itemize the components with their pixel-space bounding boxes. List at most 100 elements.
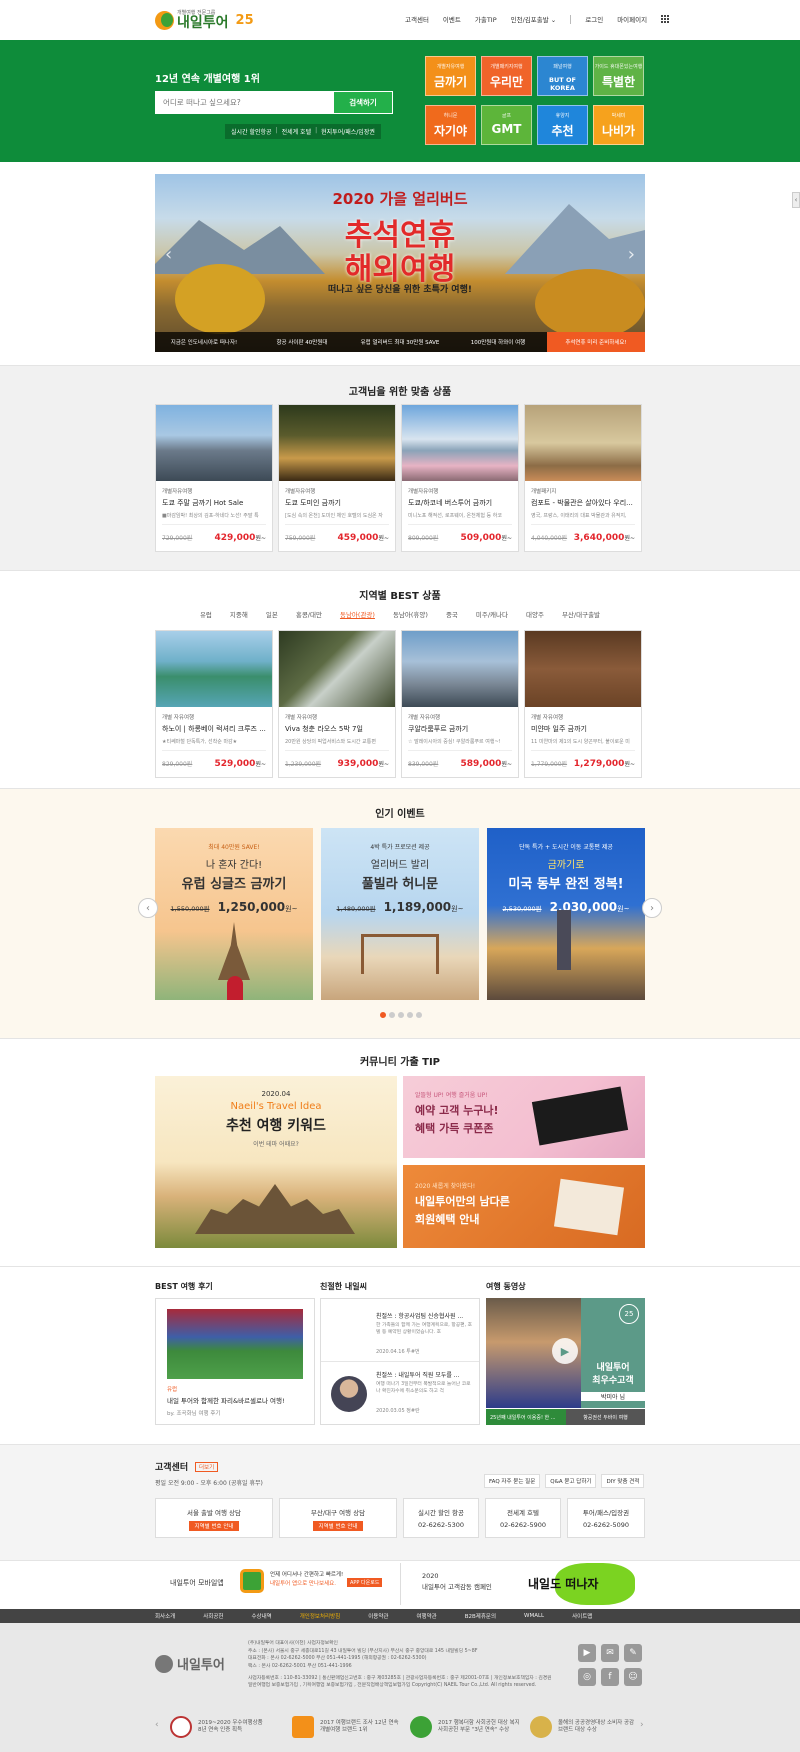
review-card[interactable]: 유럽 내일 투어와 함께한 파리&바르셀로나 여행! by. 조곡화님 여행 후…	[155, 1298, 315, 1425]
product-card[interactable]: 개별자유여행 도쿄 주말 금까기 Hot Sale ■마감임박! 최상의 김포-…	[155, 404, 273, 552]
award-icon	[530, 1716, 552, 1738]
play-icon[interactable]: ▶	[552, 1338, 578, 1364]
banner-next-arrow[interactable]: ›	[628, 244, 635, 265]
quick-link-tours[interactable]: 현지투어/패스/입장권	[321, 127, 375, 136]
brand-tile-4[interactable]: 가이드 휴대폰있는여행 특별한	[593, 56, 644, 96]
chat-icon[interactable]: ☺	[624, 1668, 642, 1686]
kind-item[interactable]: 친절쓰 : 내일투어 직원 모두를 ... 여행 떠나기 3일전부터 폭발적으로…	[321, 1362, 479, 1425]
nav-mypage[interactable]: 마이페이지	[617, 14, 647, 24]
region-tab[interactable]: 유럽	[200, 609, 212, 619]
nav-tips[interactable]: 가출TIP	[475, 14, 497, 24]
seoul-consult-box[interactable]: 서울 출발 여행 상담 지역별 번호 안내	[155, 1498, 273, 1538]
page-dot[interactable]	[389, 1012, 395, 1018]
region-tab[interactable]: 미주/캐나다	[476, 609, 508, 619]
events-next-button[interactable]: ›	[642, 898, 662, 918]
region-tab[interactable]: 일본	[266, 609, 278, 619]
search-input[interactable]	[155, 91, 333, 114]
hotel-phone-box[interactable]: 전세계 호텔 02-6262-5900	[485, 1498, 561, 1538]
region-tab[interactable]: 대양주	[526, 609, 544, 619]
nav-customer-center[interactable]: 고객센터	[405, 14, 429, 24]
site-logo[interactable]: 개별여행 전문그룹 내일투어 25	[155, 11, 254, 30]
main-banner[interactable]: 2020 가을 얼리버드 추석연휴 해외여행 떠나고 싶은 당신을 위한 초특가…	[155, 174, 645, 352]
keyword-tip-banner[interactable]: 2020.04 Naeil's Travel Idea 추천 여행 키워드 이번…	[155, 1076, 397, 1248]
wedding-arch	[361, 934, 439, 974]
footer-link[interactable]: B2B제휴문의	[465, 1612, 496, 1620]
blog-icon[interactable]: ✎	[624, 1644, 642, 1662]
faq-buttons: FAQ 자주 묻는 질문 Q&A 묻고 답하기 DIY 맞춤 견적	[484, 1474, 645, 1488]
footer-link[interactable]: 회사소개	[155, 1612, 175, 1620]
staff-avatar	[331, 1376, 367, 1412]
diy-button[interactable]: DIY 맞춤 견적	[601, 1474, 645, 1488]
product-card[interactable]: 개별패키지 컴포트 - 박물관은 살아있다 우리... 영국, 프랑스, 이태리…	[524, 404, 642, 552]
brand-tile-7[interactable]: 휴양지 추천	[537, 105, 588, 145]
region-tab[interactable]: 지중해	[230, 609, 248, 619]
busan-consult-box[interactable]: 부산/대구 여행 상담 지역별 번호 안내	[279, 1498, 397, 1538]
quick-link-hotels[interactable]: 전세계 호텔	[282, 127, 312, 136]
brand-tile-3[interactable]: 패널여행 BUT OF KOREA	[537, 56, 588, 96]
banner-prev-arrow[interactable]: ‹	[165, 244, 172, 265]
app-download-button[interactable]: APP 다운로드	[347, 1578, 383, 1587]
brand-tile-1[interactable]: 개별자유여행 금까기	[425, 56, 476, 96]
footer-link[interactable]: 이용약관	[368, 1612, 388, 1620]
member-tip-banner[interactable]: 2020 새롭게 찾아왔다! 내일투어만의 남다른 회원혜택 안내	[403, 1165, 645, 1248]
video-link-2[interactable]: 항공권선 두바이 여행	[566, 1409, 645, 1425]
all-menu-icon[interactable]	[661, 15, 670, 23]
region-tab[interactable]: 동남아(휴양)	[393, 609, 428, 619]
events-prev-button[interactable]: ‹	[138, 898, 158, 918]
search-button[interactable]: 검색하기	[333, 91, 393, 114]
footer-link[interactable]: WMALL	[524, 1613, 544, 1619]
award-icon	[292, 1716, 314, 1738]
product-card[interactable]: 개별 자유여행 Viva 청춘 라오스 5박 7일 20만원 상당의 픽업서비스…	[278, 630, 396, 778]
qna-button[interactable]: Q&A 묻고 답하기	[545, 1474, 597, 1488]
event-card[interactable]: 4박 특가 프로모션 제공 얼리버드 발리 풀빌라 허니문 1,489,000원…	[321, 828, 479, 1000]
video-player[interactable]: 25 내일투어 최우수고객 박미아 님 ▶ 25년째 내일투어 이용중! 한 .…	[486, 1298, 645, 1425]
kind-item[interactable]: 친절쓰 : 항공사업팀 신승협사원 ... 한 가족들의 함께 가는 여행계획으…	[321, 1299, 479, 1362]
banner-tab-4[interactable]: 100만원대 하와이 여행	[449, 332, 547, 352]
product-card[interactable]: 개별자유여행 도쿄 도미인 금까기 [도심 속의 온천] 도미인 체인 호텔의 …	[278, 404, 396, 552]
youtube-icon[interactable]: ▶	[578, 1644, 596, 1662]
quick-link-flights[interactable]: 실시간 할인항공	[231, 127, 272, 136]
award-next-icon[interactable]: ›	[640, 1720, 644, 1730]
region-tab[interactable]: 부산/대구출발	[562, 609, 600, 619]
nav-login[interactable]: 로그인	[585, 14, 603, 24]
product-card[interactable]: 개별 자유여행 쿠알라룸푸르 금까기 ☆ 말레이시아의 중심! 쿠알라룸푸르 여…	[401, 630, 519, 778]
talk-icon[interactable]: ✉	[601, 1644, 619, 1662]
page-dot[interactable]	[407, 1012, 413, 1018]
footer-link[interactable]: 사회공헌	[203, 1612, 223, 1620]
coupon-tip-banner[interactable]: 알뜰형 UP! 여행 즐거움 UP! 예약 고객 누구나! 혜택 가득 쿠폰존	[403, 1076, 645, 1158]
facebook-icon[interactable]: f	[601, 1668, 619, 1686]
footer-link[interactable]: 여행약관	[416, 1612, 436, 1620]
more-link[interactable]: 더보기	[195, 1462, 219, 1472]
event-card[interactable]: 최대 40만원 SAVE! 나 혼자 간다! 유럽 싱글즈 금까기 1,550,…	[155, 828, 313, 1000]
footer-link[interactable]: 수상내역	[252, 1612, 272, 1620]
tour-phone-box[interactable]: 투어/패스/입장권 02-6262-5090	[567, 1498, 645, 1538]
page-dot[interactable]	[398, 1012, 404, 1018]
banner-tab-1[interactable]: 지금은 인도네시아로 떠나자!	[155, 332, 253, 352]
banner-tab-3[interactable]: 유럽 얼리버드 최대 30만원 SAVE	[351, 332, 449, 352]
event-card[interactable]: 단독 특가 + 도시간 이동 교통편 제공 금까기로 미국 동부 완전 정복! …	[487, 828, 645, 1000]
brand-tile-6[interactable]: 골프 GMT	[481, 105, 532, 145]
nav-events[interactable]: 이벤트	[443, 14, 461, 24]
page-dot[interactable]	[380, 1012, 386, 1018]
brand-tile-5[interactable]: 허니문 자기야	[425, 105, 476, 145]
banner-tab-5[interactable]: 추석연휴 미리 준비하세요!	[547, 332, 645, 352]
award-prev-icon[interactable]: ‹	[155, 1720, 159, 1730]
faq-button[interactable]: FAQ 자주 묻는 질문	[484, 1474, 541, 1488]
product-card[interactable]: 개별 자유여행 미얀마 일주 금까기 11 미얀마의 제1의 도시 양곤부터, …	[524, 630, 642, 778]
region-tab[interactable]: 홍콩/대만	[296, 609, 322, 619]
flight-phone-box[interactable]: 실시간 할인 항공 02-6262-5300	[403, 1498, 479, 1538]
departure-select[interactable]: 인천/김포출발 ⌄	[511, 14, 557, 24]
product-card[interactable]: 개별자유여행 도쿄/하코네 버스투어 금까기 미니노포 해적선, 로프웨이, 온…	[401, 404, 519, 552]
video-link-1[interactable]: 25년째 내일투어 이용중! 한 ...	[486, 1409, 566, 1425]
side-quick-tab[interactable]: ‹	[792, 192, 800, 208]
instagram-icon[interactable]: ◎	[578, 1668, 596, 1686]
page-dot[interactable]	[416, 1012, 422, 1018]
region-tab-active[interactable]: 동남아(관광)	[340, 609, 375, 619]
banner-tab-2[interactable]: 항공 사이판 40만원대	[253, 332, 351, 352]
brand-tile-8[interactable]: 박세미 나비가	[593, 105, 644, 145]
brand-tile-2[interactable]: 개별패키지여행 우리만	[481, 56, 532, 96]
footer-link-privacy[interactable]: 개인정보처리방침	[300, 1612, 340, 1620]
region-tab[interactable]: 중국	[446, 609, 458, 619]
product-card[interactable]: 개별 자유여행 하노이 | 하롱베이 럭셔리 크루즈 ... ★티쎄마철 단독특…	[155, 630, 273, 778]
footer-link[interactable]: 사이트맵	[572, 1612, 592, 1620]
